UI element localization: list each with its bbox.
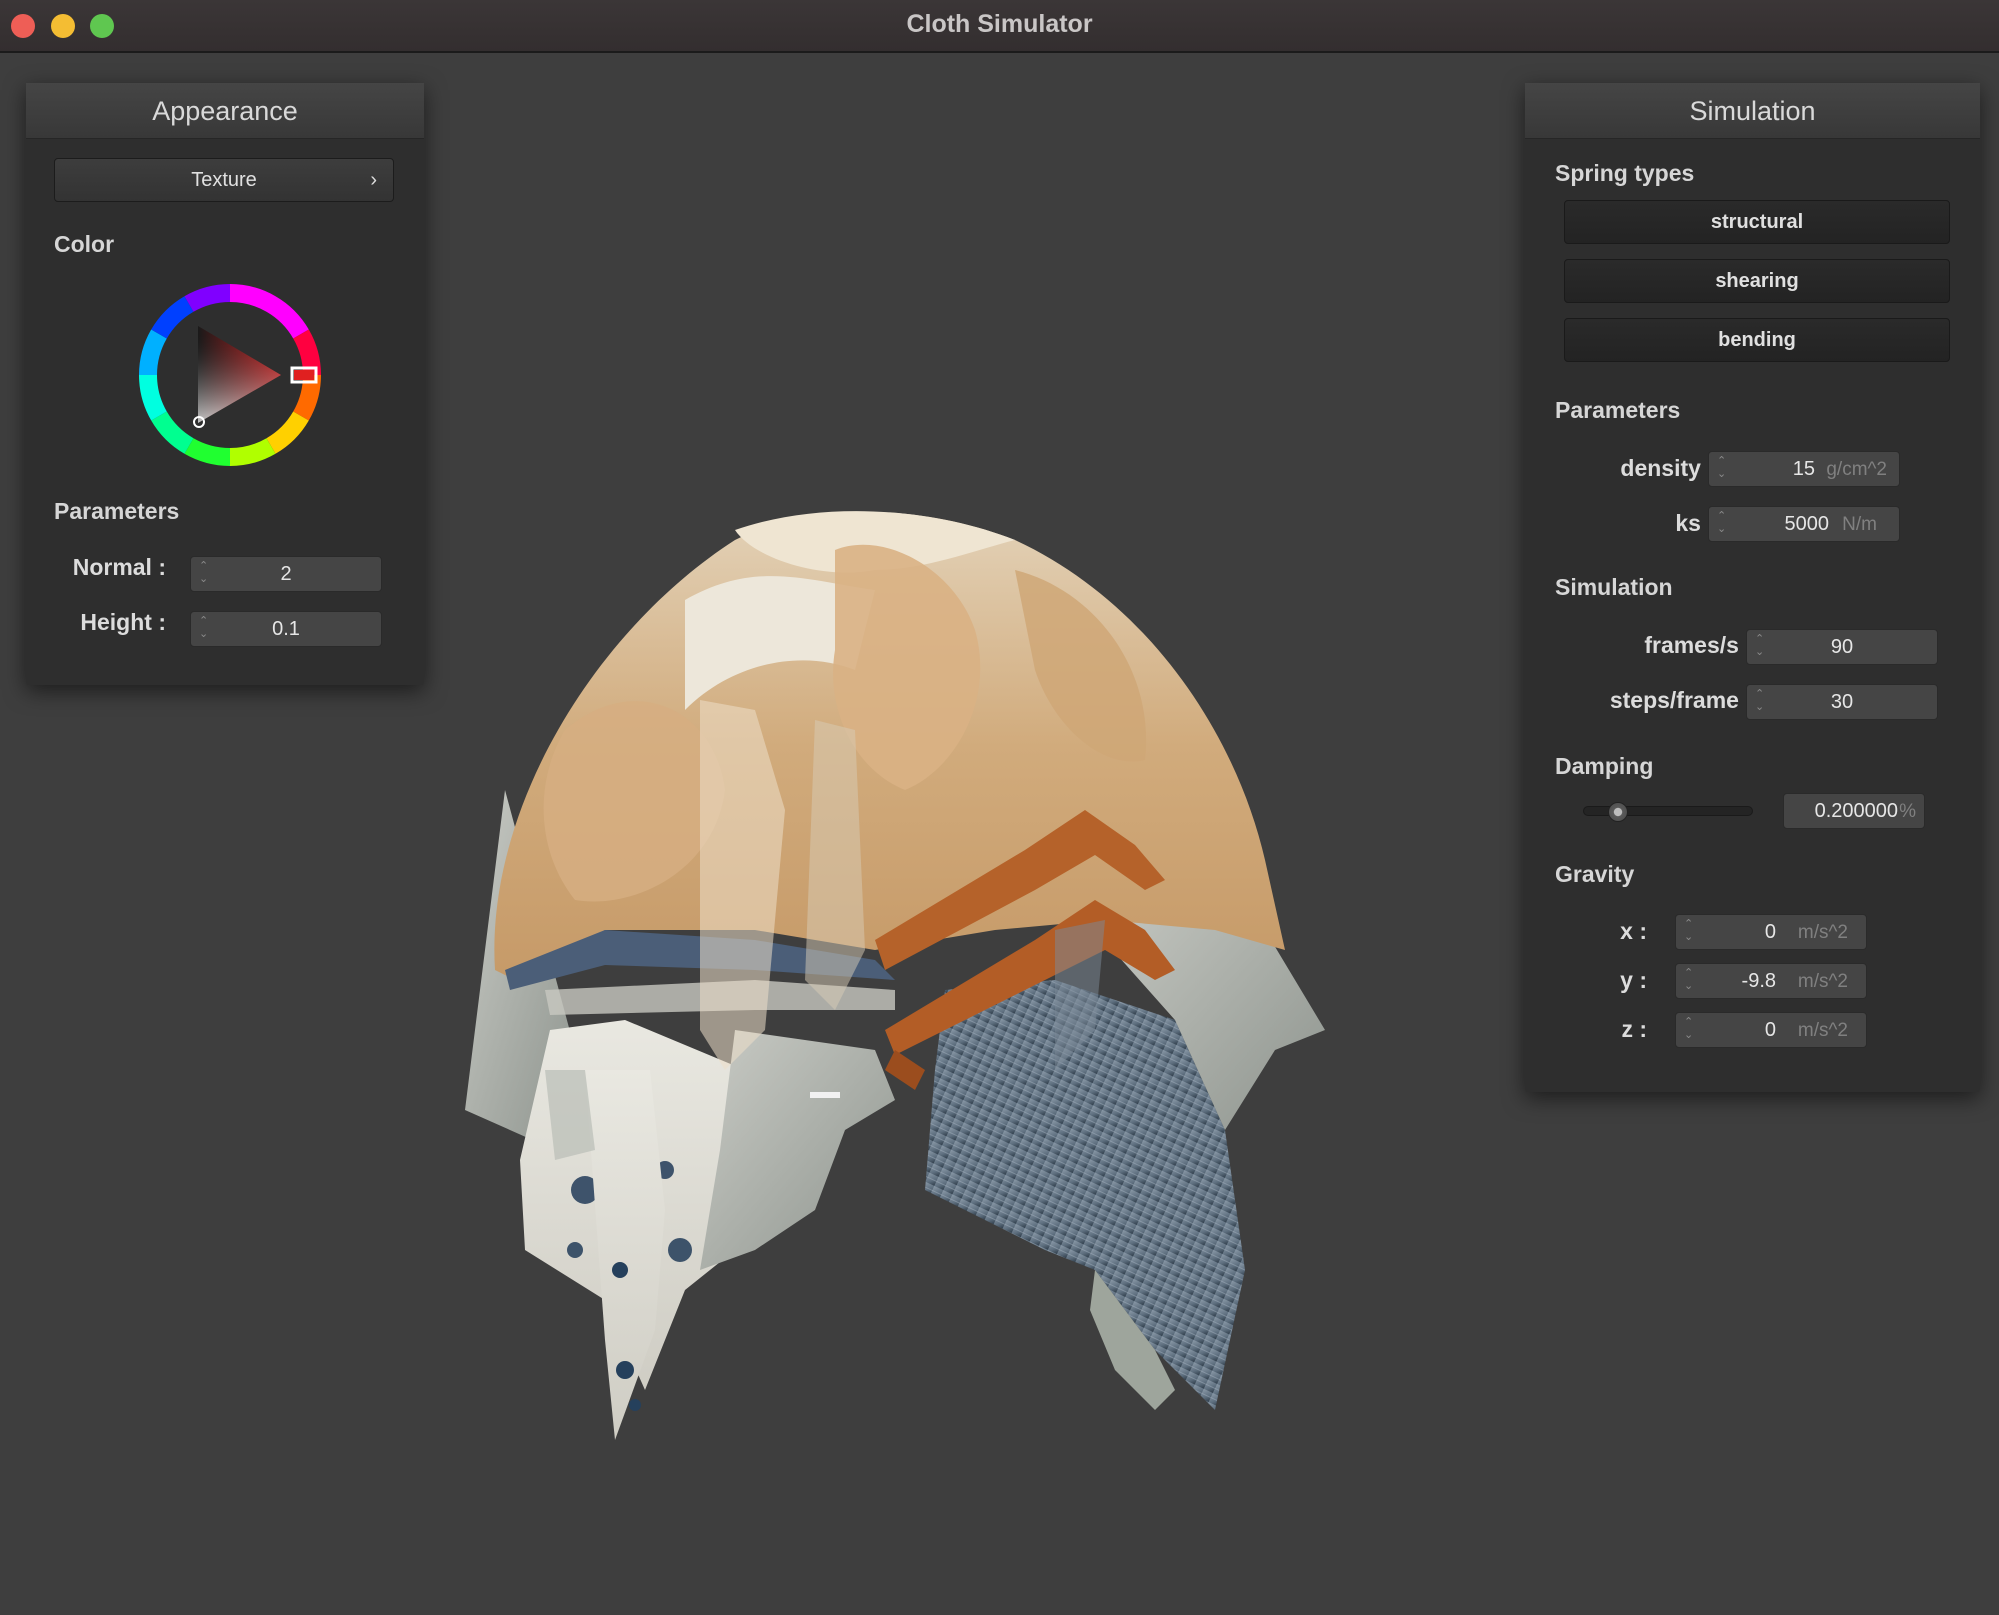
gravity-y-unit: m/s^2 (1797, 971, 1848, 992)
spinner-icon[interactable]: ⌃ ⌄ (1684, 918, 1693, 944)
appearance-panel: Appearance Texture › Color Parameters No… (26, 83, 424, 685)
cloth-mesh[interactable] (455, 510, 1465, 1530)
ks-input[interactable]: ⌃ ⌄ 5000 N/m (1708, 506, 1900, 542)
spinner-icon[interactable]: ⌃ ⌄ (1684, 1016, 1693, 1042)
gravity-section-title: Gravity (1555, 861, 1635, 887)
steps-label: steps/frame : (1609, 687, 1753, 713)
gravity-y-label: y : (1620, 967, 1647, 993)
damping-slider-thumb[interactable] (1607, 802, 1628, 822)
damping-section-title: Damping (1555, 753, 1654, 779)
structural-spring-button[interactable]: structural (1564, 200, 1950, 244)
shearing-spring-button[interactable]: shearing (1564, 259, 1950, 303)
normal-label: Normal : (72, 554, 166, 580)
height-value: 0.1 (272, 618, 300, 640)
appearance-params-title: Parameters (54, 498, 180, 524)
damping-unit: % (1899, 801, 1916, 822)
color-section-title: Color (54, 231, 115, 257)
fps-input[interactable]: ⌃ ⌄ 90 (1746, 629, 1938, 665)
height-label: Height : (80, 609, 166, 635)
app-window: Cloth Simulator Appearance Texture › Col… (0, 0, 1999, 1615)
appearance-panel-header[interactable]: Appearance (26, 83, 424, 139)
height-input[interactable]: ⌃ ⌄ 0.1 (190, 611, 382, 647)
damping-slider-track[interactable] (1583, 802, 1753, 822)
gravity-x-value: 0 (1764, 921, 1776, 943)
chevron-right-icon: › (370, 169, 377, 191)
bending-spring-button[interactable]: bending (1564, 318, 1950, 362)
gravity-x-unit: m/s^2 (1797, 922, 1848, 943)
steps-value: 30 (1830, 691, 1854, 713)
density-label: density : (1620, 455, 1715, 481)
simulation-panel-header[interactable]: Simulation (1525, 83, 1980, 139)
density-unit: g/cm^2 (1826, 459, 1887, 480)
damping-input[interactable]: 0.200000 % (1783, 793, 1925, 829)
gravity-y-value: -9.8 (1741, 970, 1776, 992)
gravity-z-value: 0 (1764, 1019, 1776, 1041)
gravity-x-label: x : (1620, 918, 1647, 944)
simulation-section-title: Simulation (1555, 574, 1673, 600)
ks-label: ks : (1675, 510, 1715, 536)
fps-value: 90 (1830, 636, 1854, 658)
normal-value: 2 (280, 563, 292, 585)
gravity-z-unit: m/s^2 (1797, 1020, 1848, 1041)
damping-value: 0.200000 (1814, 800, 1898, 822)
color-wheel[interactable] (139, 284, 321, 466)
ks-unit: N/m (1842, 514, 1877, 535)
spinner-icon[interactable]: ⌃ ⌄ (1717, 455, 1726, 481)
spinner-icon[interactable]: ⌃ ⌄ (1684, 967, 1693, 993)
normal-input[interactable]: ⌃ ⌄ 2 (190, 556, 382, 592)
gravity-z-label: z : (1621, 1016, 1647, 1042)
fps-label: frames/s : (1644, 632, 1753, 658)
density-value: 15 (1792, 458, 1815, 480)
sim-params-title: Parameters (1555, 397, 1681, 423)
gravity-y-input[interactable]: ⌃ ⌄ -9.8 m/s^2 (1675, 963, 1867, 999)
window-title: Cloth Simulator (906, 10, 1093, 38)
texture-button-label: Texture (191, 169, 257, 191)
density-input[interactable]: ⌃ ⌄ 15 g/cm^2 (1708, 451, 1900, 487)
gravity-x-input[interactable]: ⌃ ⌄ 0 m/s^2 (1675, 914, 1867, 950)
simulation-panel: Simulation Spring types structural shear… (1525, 83, 1980, 1092)
ks-value: 5000 (1784, 513, 1830, 535)
render-viewport[interactable]: Appearance Texture › Color Parameters No… (0, 55, 1999, 1615)
spring-types-title: Spring types (1555, 160, 1695, 186)
gravity-z-input[interactable]: ⌃ ⌄ 0 m/s^2 (1675, 1012, 1867, 1048)
title-bar: Cloth Simulator (0, 0, 1999, 53)
texture-button[interactable]: Texture › (54, 158, 394, 202)
steps-input[interactable]: ⌃ ⌄ 30 (1746, 684, 1938, 720)
spinner-icon[interactable]: ⌃ ⌄ (1717, 510, 1726, 536)
